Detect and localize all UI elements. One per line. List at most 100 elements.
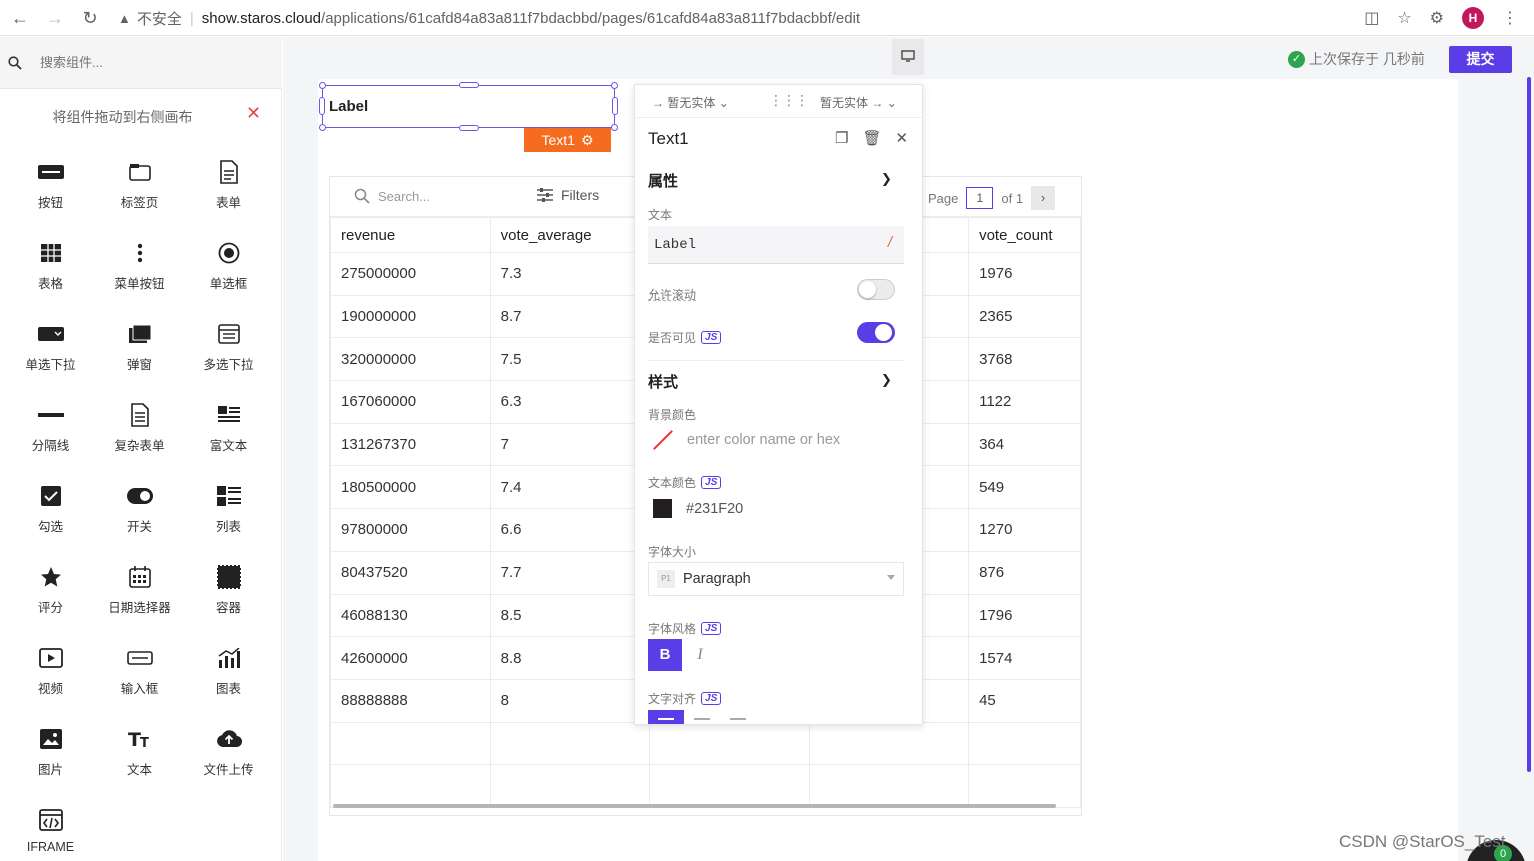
table-cell[interactable]: 1796 [968,593,1081,638]
panel-title[interactable]: Text1 [648,129,689,149]
label-widget[interactable]: Label [319,82,618,131]
component-item[interactable]: 标签页 [95,155,184,236]
resize-handle[interactable] [319,124,326,131]
table-cell[interactable]: 275000000 [330,252,491,296]
table-cell[interactable] [649,721,810,766]
component-item[interactable]: IFRAME [6,803,95,861]
js-toggle[interactable]: JS [701,476,722,489]
section-properties[interactable]: 属性 [648,170,678,191]
next-page-icon[interactable]: › [1031,186,1056,210]
font-size-select[interactable]: P1 Paragraph [648,562,904,596]
close-icon[interactable]: ✕ [246,103,261,124]
table-cell[interactable]: 7.7 [489,550,651,595]
resize-handle[interactable] [612,97,618,115]
back-icon[interactable]: ← [8,6,32,30]
no-color-swatch[interactable] [653,430,673,450]
italic-button[interactable]: I [682,639,718,671]
column-header[interactable]: vote_count [968,217,1081,253]
bg-color-input[interactable]: enter color name or hex [653,430,840,450]
component-item[interactable]: 菜单按钮 [95,236,184,317]
drag-grip-icon[interactable]: ⋮⋮⋮ [769,92,809,109]
component-item[interactable]: 评分 [6,560,95,641]
component-item[interactable]: 按钮 [6,155,95,236]
table-cell[interactable]: 180500000 [330,465,491,510]
component-item[interactable]: 图片 [6,722,95,803]
table-cell[interactable]: 8.7 [489,294,651,339]
component-item[interactable]: 容器 [184,560,273,641]
table-cell[interactable]: 8.5 [489,593,651,638]
text-value-input[interactable]: Label / [648,226,904,264]
section-style[interactable]: 样式 [648,371,678,392]
copy-icon[interactable]: ❐ [835,129,848,147]
table-cell[interactable] [968,721,1081,766]
table-cell[interactable]: 7.4 [489,465,651,510]
component-item[interactable]: 表格 [6,236,95,317]
table-cell[interactable] [808,764,970,808]
component-search-input[interactable] [40,55,240,70]
js-binding-icon[interactable]: / [888,234,892,251]
component-item[interactable]: 文件上传 [184,722,273,803]
table-cell[interactable]: 1976 [968,252,1081,296]
column-header[interactable]: revenue [330,217,491,253]
column-header[interactable]: vote_average [489,217,651,253]
chevron-down-icon[interactable]: ❯ [881,171,892,187]
forward-icon[interactable]: → [43,6,67,30]
resize-handle[interactable] [319,82,326,89]
resize-handle[interactable] [319,97,325,115]
table-cell[interactable]: 8.8 [489,636,651,680]
js-toggle[interactable]: JS [701,692,722,705]
table-cell[interactable] [808,721,970,766]
entity-right[interactable]: 暂无实体 → ⌄ [820,94,897,111]
resize-handle[interactable] [611,124,618,131]
component-item[interactable]: 多选下拉 [184,317,273,398]
delete-icon[interactable]: 🗑 [862,129,881,147]
widget-name-tag[interactable]: Text1 ⚙ [524,128,611,152]
table-cell[interactable] [330,721,491,766]
table-cell[interactable]: 3768 [968,337,1081,382]
table-cell[interactable]: 320000000 [330,337,491,382]
table-cell[interactable]: 8 [489,678,651,723]
resize-handle[interactable] [459,125,479,131]
address-bar[interactable]: ▲ 不安全 | show.staros.cloud /applications/… [118,4,1384,32]
extensions-icon[interactable]: ⚙ [1430,8,1444,28]
align-left-button[interactable] [648,710,684,724]
resize-handle[interactable] [611,82,618,89]
browser-menu-icon[interactable]: ⋮ [1502,8,1518,28]
table-cell[interactable]: 7 [489,422,651,467]
component-item[interactable]: 弹窗 [95,317,184,398]
js-toggle[interactable]: JS [701,331,722,344]
component-item[interactable]: 表单 [184,155,273,236]
component-item[interactable]: 开关 [95,479,184,560]
settings-gear-icon[interactable]: ⚙ [581,132,594,149]
color-swatch[interactable] [653,499,672,518]
table-cell[interactable]: 167060000 [330,380,491,424]
profile-avatar[interactable]: H [1462,7,1484,29]
table-cell[interactable]: 364 [968,422,1081,467]
component-item[interactable]: 日期选择器 [95,560,184,641]
translate-icon[interactable]: ◫ [1364,8,1379,28]
js-toggle[interactable]: JS [701,622,722,635]
table-cell[interactable]: 549 [968,465,1081,510]
table-cell[interactable]: 876 [968,550,1081,595]
chevron-down-icon[interactable]: ❯ [881,372,892,388]
table-cell[interactable]: 131267370 [330,422,491,467]
align-right-button[interactable] [720,710,756,724]
table-cell[interactable] [489,721,651,766]
table-cell[interactable] [330,764,491,808]
entity-left[interactable]: → 暂无实体 ⌄ [652,94,729,111]
submit-button[interactable]: 提交 [1449,46,1512,73]
table-cell[interactable]: 46088130 [330,593,491,638]
table-cell[interactable]: 190000000 [330,294,491,339]
table-cell[interactable]: 42600000 [330,636,491,680]
component-item[interactable]: 分隔线 [6,398,95,479]
component-item[interactable]: 单选框 [184,236,273,317]
component-item[interactable]: 输入框 [95,641,184,722]
table-cell[interactable]: 1574 [968,636,1081,680]
component-item[interactable]: 列表 [184,479,273,560]
text-color-input[interactable]: #231F20 [653,499,743,518]
table-cell[interactable]: 6.3 [489,380,651,424]
bookmark-star-icon[interactable]: ☆ [1397,8,1411,28]
table-cell[interactable]: 1122 [968,380,1081,424]
table-cell[interactable]: 45 [968,678,1081,723]
table-cell[interactable]: 80437520 [330,550,491,595]
